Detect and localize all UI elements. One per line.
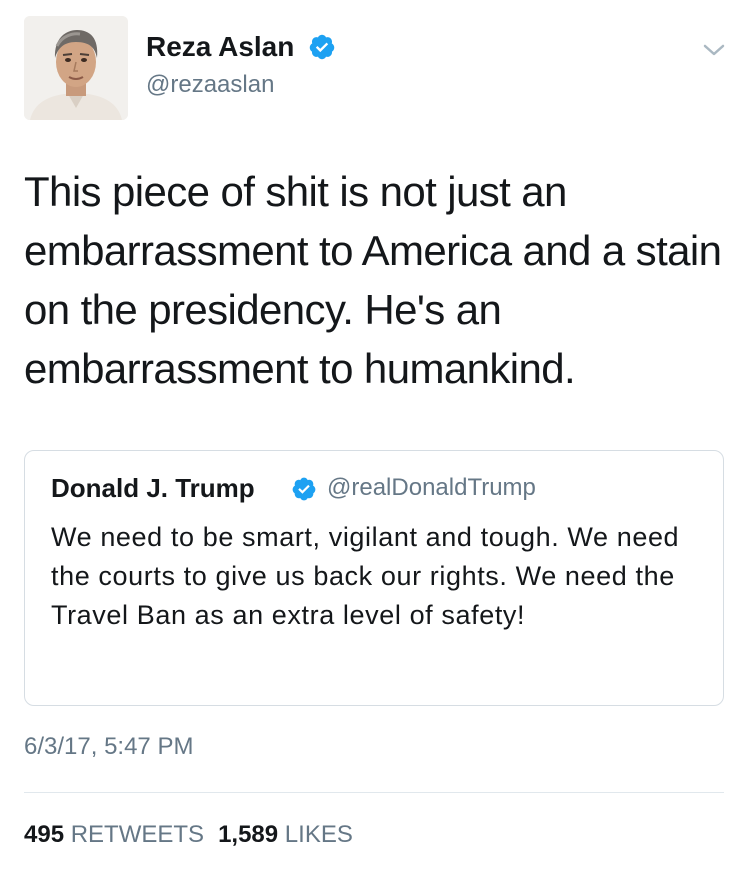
- retweets-label: RETWEETS: [70, 821, 205, 848]
- quoted-tweet-card[interactable]: Donald J. Trump @realDonaldTrump We need…: [24, 450, 724, 706]
- author-handle[interactable]: @rezaaslan: [146, 70, 274, 100]
- verified-badge-icon: [309, 34, 335, 60]
- tweet-timestamp[interactable]: 6/3/17, 5:47 PM: [24, 732, 193, 762]
- retweets-stat[interactable]: 495 RETWEETS: [24, 820, 204, 850]
- quoted-author-name: Donald J. Trump: [51, 473, 255, 503]
- quoted-author-handle: @realDonaldTrump: [327, 474, 536, 501]
- tweet-stats: 495 RETWEETS 1,589 LIKES: [24, 820, 353, 850]
- author-avatar[interactable]: [24, 16, 128, 120]
- divider: [24, 792, 724, 793]
- tweet-text: This piece of shit is not just an embarr…: [24, 168, 722, 392]
- likes-label: LIKES: [284, 821, 353, 848]
- chevron-down-icon[interactable]: [702, 42, 726, 58]
- likes-count: 1,589: [218, 821, 279, 848]
- likes-stat[interactable]: 1,589 LIKES: [218, 820, 353, 850]
- tweet-card: Reza Aslan @rezaaslan This piece of shit…: [0, 0, 750, 872]
- avatar-photo-icon: [24, 16, 128, 120]
- quoted-tweet-text: We need to be smart, vigilant and tough.…: [51, 522, 680, 630]
- verified-badge-icon: [292, 477, 316, 501]
- author-name[interactable]: Reza Aslan: [146, 30, 294, 64]
- retweets-count: 495: [24, 821, 65, 848]
